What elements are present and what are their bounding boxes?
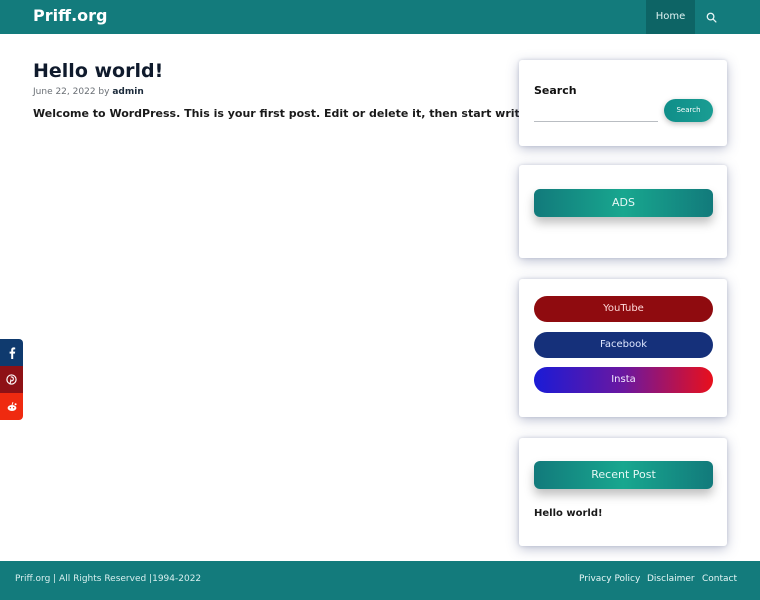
post-date[interactable]: June 22, 2022 (33, 87, 96, 97)
footer-link-privacy[interactable]: Privacy Policy (579, 574, 640, 584)
footer-copyright: Priff.org | All Rights Reserved |1994-20… (15, 574, 202, 584)
post-title[interactable]: Hello world! (33, 60, 163, 82)
post-author[interactable]: admin (112, 87, 143, 97)
search-icon[interactable] (699, 0, 723, 34)
search-button[interactable]: Search (664, 99, 713, 122)
pinterest-icon (6, 374, 17, 385)
recent-post-heading: Recent Post (534, 461, 713, 489)
youtube-button[interactable]: YouTube (534, 296, 713, 322)
site-header: Priff.org Home (0, 0, 760, 34)
share-reddit-button[interactable] (0, 393, 23, 420)
site-footer: Priff.org | All Rights Reserved |1994-20… (0, 561, 760, 600)
share-pinterest-button[interactable] (0, 366, 23, 393)
reddit-icon (7, 402, 17, 411)
footer-link-contact[interactable]: Contact (702, 574, 737, 584)
post-content: Welcome to WordPress. This is your first… (33, 107, 545, 120)
footer-link-disclaimer[interactable]: Disclaimer (647, 574, 695, 584)
search-widget-title: Search (534, 84, 577, 97)
facebook-icon (9, 346, 15, 359)
ads-widget: ADS (519, 165, 727, 258)
search-icon-glyph (706, 12, 717, 23)
search-widget: Search Search (519, 60, 727, 146)
post-by: by (98, 87, 110, 97)
share-facebook-button[interactable] (0, 339, 23, 366)
ads-button[interactable]: ADS (534, 189, 713, 217)
insta-button[interactable]: Insta (534, 367, 713, 393)
nav-home[interactable]: Home (646, 0, 695, 34)
social-widget: YouTube Facebook Insta (519, 279, 727, 417)
recent-post-widget: Recent Post Hello world! (519, 438, 727, 546)
post-meta: June 22, 2022 by admin (33, 87, 144, 97)
facebook-button[interactable]: Facebook (534, 332, 713, 358)
site-title[interactable]: Priff.org (33, 6, 107, 25)
recent-post-link[interactable]: Hello world! (534, 508, 603, 519)
search-input[interactable] (534, 102, 658, 122)
